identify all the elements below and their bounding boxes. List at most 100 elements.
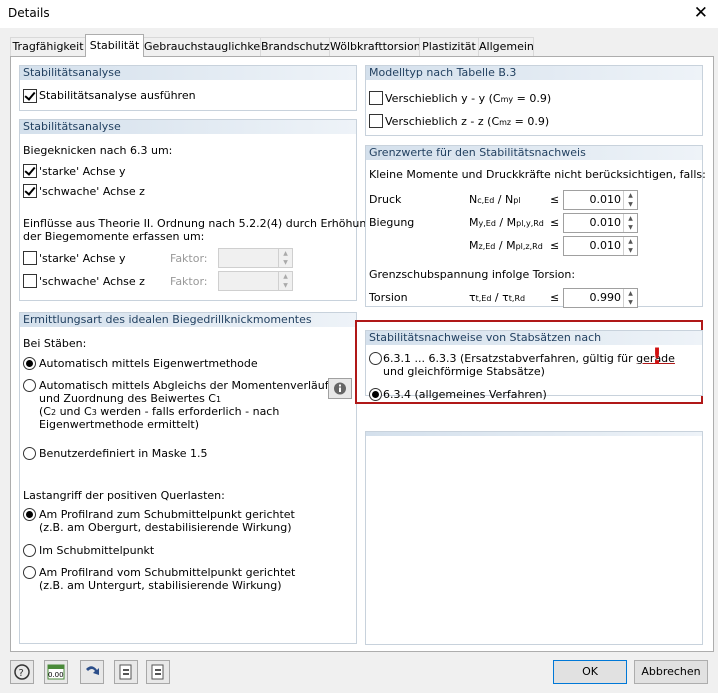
ersatzstab-line1: 6.3.1 ... 6.3.3 (Ersatzstabverfahren, gü… xyxy=(383,352,675,365)
le-sign-1: ≤ xyxy=(550,193,560,206)
units-button[interactable]: 0.00 xyxy=(44,660,68,684)
group-title: Grenzwerte für den Stabilitätsnachweis xyxy=(366,146,702,160)
verschieblich-z-checkbox[interactable] xyxy=(369,114,383,128)
faktor-stepper-2[interactable]: ▲ ▼ xyxy=(218,271,293,291)
info-icon xyxy=(334,382,346,395)
spin-up-icon[interactable]: ▲ xyxy=(279,249,292,258)
spin-down-icon[interactable]: ▼ xyxy=(624,246,637,255)
schwache-achse-theorie-checkbox[interactable] xyxy=(23,274,37,288)
cancel-button[interactable]: Abbrechen xyxy=(634,660,708,684)
le-sign-4: ≤ xyxy=(550,291,560,304)
group-ermittlungsart: Ermittlungsart des idealen Biegedrillkni… xyxy=(19,312,357,644)
reset-arrow-icon xyxy=(86,666,99,675)
schwache-achse-theorie-label: 'schwache' Achse z xyxy=(39,275,145,288)
group-title: Ermittlungsart des idealen Biegedrillkni… xyxy=(20,313,356,327)
tab-allgemein[interactable]: Allgemein xyxy=(478,37,534,56)
ersatzstab-line2: und gleichförmige Stabsätze) xyxy=(383,365,545,378)
starke-achse-theorie-checkbox[interactable] xyxy=(23,251,37,265)
spin-down-icon[interactable]: ▼ xyxy=(624,298,637,307)
export-button[interactable] xyxy=(146,660,170,684)
faktor-stepper-1[interactable]: ▲ ▼ xyxy=(218,248,293,268)
druck-value: 0.010 xyxy=(589,193,622,206)
torsion-stepper[interactable]: 0.990 ▲ ▼ xyxy=(563,288,638,308)
formula-biegung-z: Mz,Ed / Mpl,z,Rd xyxy=(469,239,543,252)
title-bar: Details ✕ xyxy=(0,0,718,28)
einfluss-label-line2: der Biegemomente erfassen um: xyxy=(23,230,205,243)
svg-text:?: ? xyxy=(19,668,24,679)
spin-up-icon[interactable]: ▲ xyxy=(624,191,637,200)
group-stabilitaetsanalyse-2: Stabilitätsanalyse Biegeknicken nach 6.3… xyxy=(19,119,373,301)
auto-abgleich-radio[interactable] xyxy=(23,379,36,392)
grenzwerte-intro: Kleine Momente und Druckkräfte nicht ber… xyxy=(369,168,706,181)
starke-achse-checkbox[interactable] xyxy=(23,164,37,178)
spin-down-icon[interactable]: ▼ xyxy=(624,223,637,232)
tab-tragfaehigkeit[interactable]: Tragfähigkeit xyxy=(10,37,86,56)
formula-druck: Nc,Ed / Npl xyxy=(469,193,521,206)
biegung-y-value: 0.010 xyxy=(589,216,622,229)
group-title: Modelltyp nach Tabelle B.3 xyxy=(366,66,702,80)
biegeknicken-label: Biegeknicken nach 6.3 um: xyxy=(23,144,173,157)
le-sign-2: ≤ xyxy=(550,216,560,229)
spin-down-icon[interactable]: ▼ xyxy=(279,281,292,290)
biegung-y-stepper[interactable]: 0.010 ▲ ▼ xyxy=(563,213,638,233)
auto-abgleich-line3: (C2 und C3 werden - falls erforderlich -… xyxy=(39,405,280,418)
ok-button[interactable]: OK xyxy=(553,660,627,684)
faktor-label-1: Faktor: xyxy=(170,252,208,265)
spin-up-icon[interactable]: ▲ xyxy=(624,289,637,298)
warning-exclamation-icon: ! xyxy=(652,345,663,370)
lastangriff-label: Lastangriff der positiven Querlasten: xyxy=(23,489,225,502)
formula-biegung-y: My,Ed / Mpl,y,Rd xyxy=(469,216,544,229)
schubmittelpunkt-radio[interactable] xyxy=(23,544,36,557)
le-sign-3: ≤ xyxy=(550,239,560,252)
close-icon[interactable]: ✕ xyxy=(694,3,708,23)
profilrand-oben-line2: (z.B. am Obergurt, destabilisierende Wir… xyxy=(39,521,292,534)
spin-up-icon[interactable]: ▲ xyxy=(624,237,637,246)
tab-plastizitaet[interactable]: Plastizität xyxy=(419,37,479,56)
stabilitaetsanalyse-label: Stabilitätsanalyse ausführen xyxy=(39,89,196,102)
tab-stabilitaet[interactable]: Stabilität xyxy=(85,34,144,57)
profilrand-oben-line1: Am Profilrand zum Schubmittelpunkt geric… xyxy=(39,508,295,521)
verschieblich-y-checkbox[interactable] xyxy=(369,91,383,105)
torsion-value: 0.990 xyxy=(589,291,622,304)
druck-stepper[interactable]: 0.010 ▲ ▼ xyxy=(563,190,638,210)
spin-up-icon[interactable]: ▲ xyxy=(279,272,292,281)
schwache-achse-label: 'schwache' Achse z xyxy=(39,185,145,198)
help-button[interactable]: ? xyxy=(10,660,34,684)
biegung-label: Biegung xyxy=(369,216,415,229)
benutzerdefiniert-label: Benutzerdefiniert in Maske 1.5 xyxy=(39,447,208,460)
ersatzstab-radio[interactable] xyxy=(369,352,382,365)
document-import-icon xyxy=(119,664,132,680)
auto-eigenwert-radio[interactable] xyxy=(23,357,36,370)
grenzschub-label: Grenzschubspannung infolge Torsion: xyxy=(369,268,576,281)
auto-abgleich-line1: Automatisch mittels Abgleichs der Moment… xyxy=(39,379,336,392)
empty-panel xyxy=(365,431,703,645)
tab-woelbkrafttorsion[interactable]: Wölbkrafttorsion xyxy=(329,37,421,56)
verschieblich-y-label: Verschieblich y - y (Cmy = 0.9) xyxy=(385,92,552,105)
allgemeines-verfahren-radio[interactable] xyxy=(369,388,382,401)
units-value: 0.00 xyxy=(48,671,64,679)
tab-gebrauchstauglichkeit[interactable]: Gebrauchstauglichkeit xyxy=(143,37,268,56)
schwache-achse-checkbox[interactable] xyxy=(23,184,37,198)
benutzerdefiniert-radio[interactable] xyxy=(23,447,36,460)
verschieblich-z-label: Verschieblich z - z (Cmz = 0.9) xyxy=(385,115,550,128)
profilrand-unten-radio[interactable] xyxy=(23,566,36,579)
auto-abgleich-line2: und Zuordnung des Beiwertes C1 xyxy=(39,392,222,405)
allgemeines-verfahren-label: 6.3.4 (allgemeines Verfahren) xyxy=(383,388,547,401)
stabilitaetsanalyse-checkbox[interactable] xyxy=(23,89,37,103)
group-grenzwerte: Grenzwerte für den Stabilitätsnachweis K… xyxy=(365,145,706,308)
profilrand-oben-radio[interactable] xyxy=(23,508,36,521)
spin-up-icon[interactable]: ▲ xyxy=(624,214,637,223)
schubmittelpunkt-label: Im Schubmittelpunkt xyxy=(39,544,155,557)
reset-button[interactable] xyxy=(80,660,104,684)
einfluss-label-line1: Einflüsse aus Theorie II. Ordnung nach 5… xyxy=(23,217,374,230)
biegung-z-stepper[interactable]: 0.010 ▲ ▼ xyxy=(563,236,638,256)
tab-content-panel: Stabilitätsanalyse Stabilitätsanalyse au… xyxy=(10,56,714,652)
bei-staeben-label: Bei Stäben: xyxy=(23,337,87,350)
spin-down-icon[interactable]: ▼ xyxy=(624,200,637,209)
info-button[interactable] xyxy=(328,378,352,399)
auto-eigenwert-label: Automatisch mittels Eigenwertmethode xyxy=(39,357,258,370)
profilrand-unten-line1: Am Profilrand vom Schubmittelpunkt geric… xyxy=(39,566,296,579)
spin-down-icon[interactable]: ▼ xyxy=(279,258,292,267)
import-button[interactable] xyxy=(114,660,138,684)
tab-brandschutz[interactable]: Brandschutz xyxy=(260,37,330,56)
